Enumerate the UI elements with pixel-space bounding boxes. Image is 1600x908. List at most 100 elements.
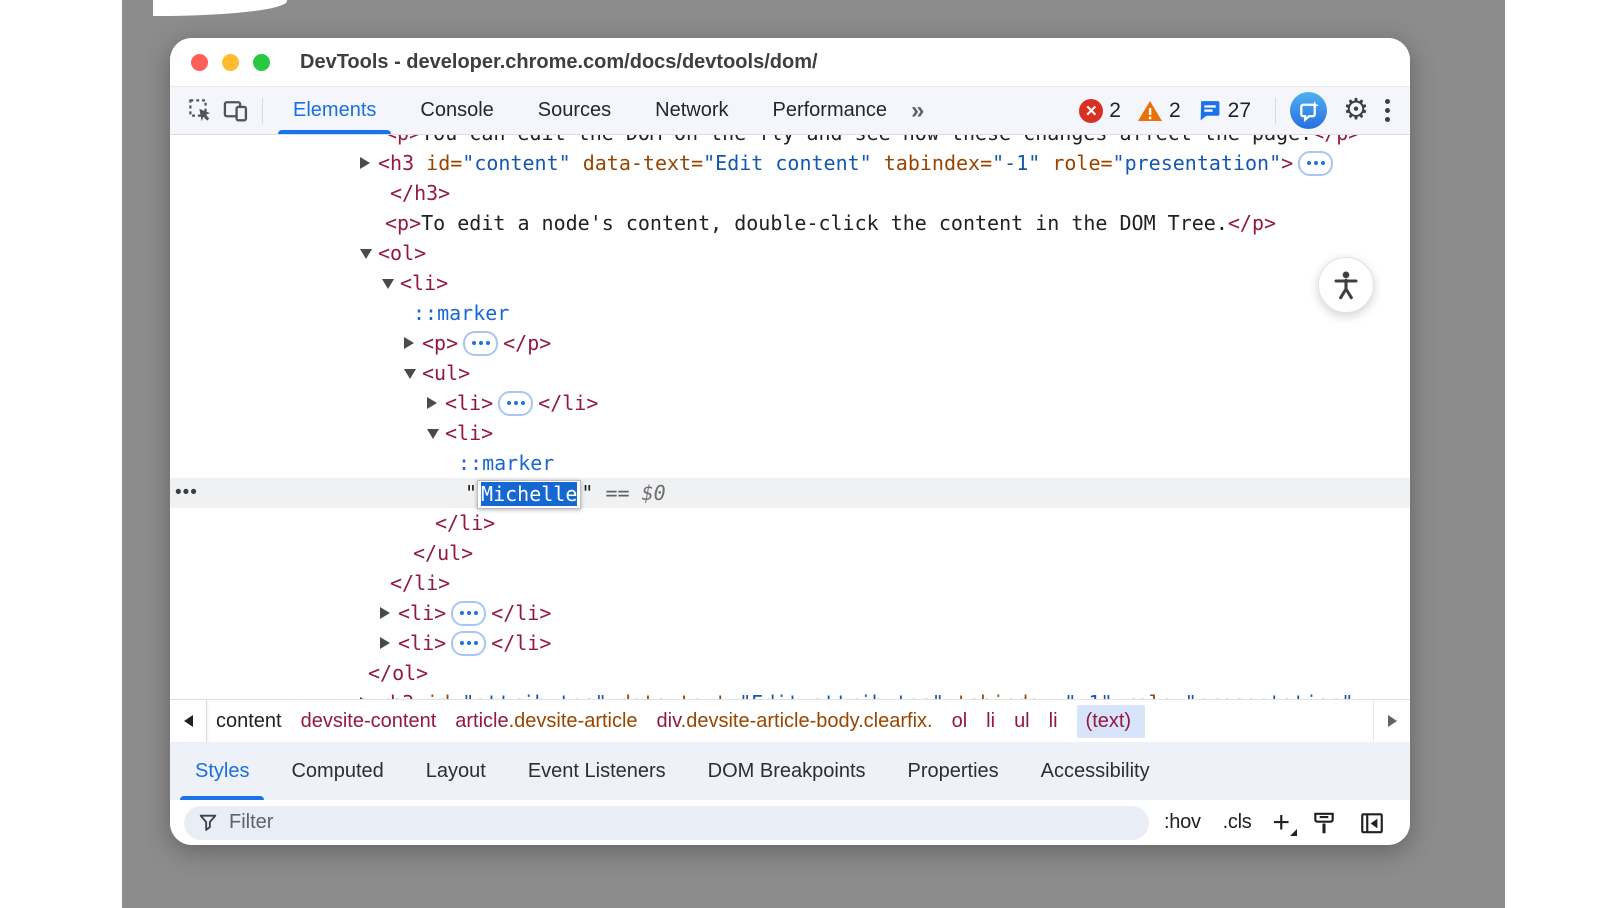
breadcrumb-item-selected[interactable]: (text) <box>1077 705 1146 738</box>
breadcrumb: content devsite-content article.devsite-ar… <box>207 705 1145 738</box>
dom-tree-row[interactable]: <p>To edit a node's content, double-clic… <box>170 208 1410 238</box>
dom-tree-row[interactable]: <li></li> <box>170 598 1410 628</box>
dom-tree-row[interactable]: <li></li> <box>170 388 1410 418</box>
breadcrumb-item[interactable]: div.devsite-article-body.clearfix. <box>657 710 933 733</box>
issues-badge[interactable]: 27 <box>1197 98 1251 123</box>
panel-tabs: ElementsConsoleSourcesNetworkPerformance <box>271 87 909 134</box>
more-options-kebab-icon[interactable] <box>1385 99 1390 122</box>
close-window-button[interactable] <box>191 54 208 71</box>
warning-icon <box>1137 99 1163 123</box>
breadcrumb-scroll-left-icon[interactable] <box>170 700 207 742</box>
breadcrumb-bar: content devsite-content article.devsite-ar… <box>170 699 1410 742</box>
tab-performance[interactable]: Performance <box>751 87 910 134</box>
dom-tree: <p>You can edit the DOM on the fly and s… <box>170 135 1410 699</box>
tab-network[interactable]: Network <box>633 87 750 134</box>
inline-text-edit-box[interactable]: Michelle <box>477 480 581 509</box>
tab-sources[interactable]: Sources <box>516 87 633 134</box>
expand-ellipsis-button[interactable] <box>463 331 498 356</box>
dom-tree-row[interactable]: </li> <box>170 508 1410 538</box>
title-bar: DevTools - developer.chrome.com/docs/dev… <box>170 38 1410 86</box>
errors-badge[interactable]: ✕ 2 <box>1079 99 1121 123</box>
styles-tab-dom-breakpoints[interactable]: DOM Breakpoints <box>687 742 887 800</box>
expand-ellipsis-button[interactable] <box>498 391 533 416</box>
expand-arrow-icon[interactable] <box>380 637 390 649</box>
dom-tree-row[interactable]: <li> <box>170 268 1410 298</box>
accessibility-person-icon <box>1330 269 1362 301</box>
styles-filter-bar: Filter :hov .cls + <box>170 800 1410 845</box>
collapse-arrow-icon[interactable] <box>427 429 439 439</box>
devtools-window: DevTools - developer.chrome.com/docs/dev… <box>170 38 1410 845</box>
expand-arrow-icon[interactable] <box>404 337 414 349</box>
breadcrumb-item[interactable]: ul <box>1014 710 1030 733</box>
collapse-arrow-icon[interactable] <box>404 369 416 379</box>
devtools-toolbar: ElementsConsoleSourcesNetworkPerformance… <box>170 86 1410 135</box>
error-count: 2 <box>1109 99 1121 123</box>
expand-ellipsis-button[interactable] <box>451 631 486 656</box>
dom-tree-row[interactable]: <li> <box>170 418 1410 448</box>
dom-tree-row-selected[interactable]: •••"Michelle" == $0 <box>170 478 1410 508</box>
breadcrumb-scroll-right-icon[interactable] <box>1373 700 1410 742</box>
collapse-arrow-icon[interactable] <box>360 249 372 259</box>
issues-count: 27 <box>1228 99 1251 123</box>
breadcrumb-item[interactable]: article.devsite-article <box>455 710 637 733</box>
filter-funnel-icon <box>197 812 219 834</box>
styles-tab-styles[interactable]: Styles <box>174 742 270 800</box>
row-more-actions-icon[interactable]: ••• <box>175 478 198 508</box>
ai-assistance-icon[interactable] <box>1290 92 1327 129</box>
styles-panel-tabs: StylesComputedLayoutEvent ListenersDOM B… <box>170 742 1410 800</box>
device-toolbar-icon[interactable] <box>218 93 254 129</box>
collapse-arrow-icon[interactable] <box>382 279 394 289</box>
selected-text-value: Michelle <box>481 482 577 506</box>
breadcrumb-item[interactable]: li <box>1049 710 1058 733</box>
issues-icon <box>1197 98 1222 123</box>
dom-tree-row[interactable]: <h3 id="content" data-text="Edit content… <box>170 148 1410 178</box>
breadcrumb-item[interactable]: li <box>986 710 995 733</box>
dom-tree-row[interactable]: <ol> <box>170 238 1410 268</box>
error-icon: ✕ <box>1079 99 1103 123</box>
toolbar-divider <box>262 98 263 124</box>
styles-filter-input[interactable]: Filter <box>184 806 1149 840</box>
page-accessibility-widget-button[interactable] <box>1318 257 1374 313</box>
dom-tree-row[interactable]: <ul> <box>170 358 1410 388</box>
expand-ellipsis-button[interactable] <box>451 601 486 626</box>
dom-tree-row[interactable]: <p>You can edit the DOM on the fly and s… <box>170 135 1410 148</box>
dom-tree-row[interactable]: <li></li> <box>170 628 1410 658</box>
zoom-window-button[interactable] <box>253 54 270 71</box>
more-tabs-icon[interactable]: » <box>911 97 922 125</box>
tab-elements[interactable]: Elements <box>271 87 398 134</box>
expand-ellipsis-button[interactable] <box>1298 151 1333 176</box>
new-style-rule-button[interactable]: + <box>1272 808 1290 838</box>
dom-tree-row[interactable]: </ol> <box>170 658 1410 688</box>
traffic-lights <box>191 54 270 71</box>
styles-tab-accessibility[interactable]: Accessibility <box>1020 742 1171 800</box>
minimize-window-button[interactable] <box>222 54 239 71</box>
expand-arrow-icon[interactable] <box>380 607 390 619</box>
dom-tree-row[interactable]: ::marker <box>170 298 1410 328</box>
element-classes-button[interactable]: .cls <box>1223 811 1252 834</box>
filter-placeholder: Filter <box>229 811 273 834</box>
breadcrumb-item[interactable]: ol <box>952 710 968 733</box>
breadcrumb-item[interactable]: devsite-content <box>301 710 437 733</box>
window-title: DevTools - developer.chrome.com/docs/dev… <box>300 51 818 74</box>
settings-gear-icon[interactable]: ⚙ <box>1343 96 1369 125</box>
breadcrumb-item[interactable]: content <box>216 710 282 733</box>
dom-tree-row[interactable]: ::marker <box>170 448 1410 478</box>
warnings-badge[interactable]: 2 <box>1137 99 1181 123</box>
inspect-element-icon[interactable] <box>182 93 218 129</box>
dom-tree-row[interactable]: </ul> <box>170 538 1410 568</box>
dom-tree-row[interactable]: <h3 id="attributes" data-text="Edit attr… <box>170 688 1410 699</box>
styles-tab-event-listeners[interactable]: Event Listeners <box>507 742 687 800</box>
rendering-emulation-brush-icon[interactable] <box>1311 810 1337 836</box>
sidebar-panel-toggle-icon[interactable] <box>1359 810 1385 836</box>
tab-console[interactable]: Console <box>398 87 515 134</box>
dom-tree-row[interactable]: </h3> <box>170 178 1410 208</box>
toggle-element-state-button[interactable]: :hov <box>1164 811 1201 834</box>
expand-arrow-icon[interactable] <box>427 397 437 409</box>
styles-tab-layout[interactable]: Layout <box>405 742 507 800</box>
styles-tab-properties[interactable]: Properties <box>887 742 1020 800</box>
expand-arrow-icon[interactable] <box>360 157 370 169</box>
dom-tree-row[interactable]: </li> <box>170 568 1410 598</box>
dom-tree-row[interactable]: <p></p> <box>170 328 1410 358</box>
warning-count: 2 <box>1169 99 1181 123</box>
styles-tab-computed[interactable]: Computed <box>270 742 404 800</box>
